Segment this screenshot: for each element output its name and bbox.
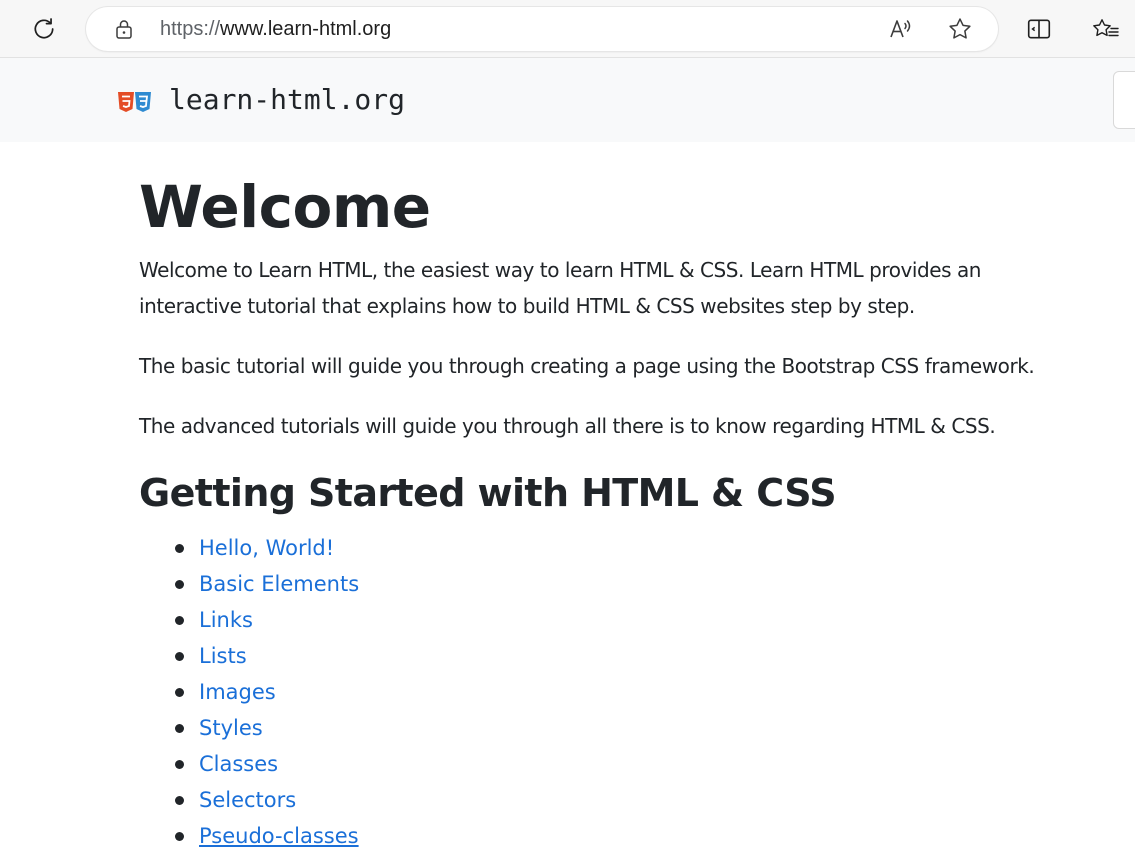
site-navbar: learn-html.org <box>0 58 1135 142</box>
add-favorite-button[interactable] <box>942 11 978 47</box>
tutorial-link-links[interactable]: Links <box>199 608 253 632</box>
list-item: Hello, World! <box>139 530 359 566</box>
list-item: Links <box>139 602 359 638</box>
lock-icon <box>116 20 132 39</box>
reload-icon <box>34 18 54 39</box>
favorites-list-icon <box>1093 19 1119 37</box>
star-icon <box>949 18 971 39</box>
list-item: Classes <box>139 746 359 782</box>
bullet-icon <box>175 652 184 661</box>
bullet-icon <box>175 832 184 841</box>
favorites-button[interactable] <box>1088 11 1124 47</box>
bullet-icon <box>175 724 184 733</box>
split-screen-button[interactable] <box>1021 11 1057 47</box>
list-item: Selectors <box>139 782 359 818</box>
site-info-button[interactable] <box>113 18 135 40</box>
list-item: Images <box>139 674 359 710</box>
page-title: Welcome <box>139 173 431 241</box>
list-item: Lists <box>139 638 359 674</box>
browser-toolbar: https://www.learn-html.org <box>0 0 1135 58</box>
navbar-toggler-button[interactable] <box>1113 71 1135 129</box>
tutorial-link-pseudo-classes[interactable]: Pseudo-classes <box>199 824 359 848</box>
section-heading: Getting Started with HTML & CSS <box>139 471 837 515</box>
tutorial-link-lists[interactable]: Lists <box>199 644 247 668</box>
list-item: Pseudo-classes <box>139 818 359 854</box>
read-aloud-icon <box>890 20 911 38</box>
bullet-icon <box>175 688 184 697</box>
url-text[interactable]: https://www.learn-html.org <box>160 18 391 40</box>
bullet-icon <box>175 544 184 553</box>
bullet-icon <box>175 616 184 625</box>
bullet-icon <box>175 760 184 769</box>
read-aloud-button[interactable] <box>883 11 919 47</box>
basic-tutorial-paragraph: The basic tutorial will guide you throug… <box>139 354 1035 378</box>
list-item: Styles <box>139 710 359 746</box>
bullet-icon <box>175 796 184 805</box>
intro-paragraph-line-2: interactive tutorial that explains how t… <box>139 294 915 318</box>
tutorial-link-hello-world[interactable]: Hello, World! <box>199 536 334 560</box>
url-scheme: https:// <box>160 18 221 40</box>
html5-css3-logo-icon[interactable] <box>117 91 153 113</box>
tutorial-link-basic-elements[interactable]: Basic Elements <box>199 572 359 596</box>
address-bar[interactable]: https://www.learn-html.org <box>86 7 998 51</box>
site-brand[interactable]: learn-html.org <box>169 82 405 118</box>
tutorial-link-classes[interactable]: Classes <box>199 752 278 776</box>
intro-paragraph-line-1: Welcome to Learn HTML, the easiest way t… <box>139 258 982 282</box>
bullet-icon <box>175 580 184 589</box>
split-screen-icon <box>1027 19 1051 39</box>
reload-button[interactable] <box>26 11 62 47</box>
tutorial-link-styles[interactable]: Styles <box>199 716 263 740</box>
url-host: www.learn-html.org <box>220 18 392 40</box>
advanced-tutorial-paragraph: The advanced tutorials will guide you th… <box>139 414 996 438</box>
list-item: Basic Elements <box>139 566 359 602</box>
tutorial-list: Hello, World! Basic Elements Links Lists… <box>139 530 359 854</box>
tutorial-link-images[interactable]: Images <box>199 680 276 704</box>
tutorial-link-selectors[interactable]: Selectors <box>199 788 296 812</box>
